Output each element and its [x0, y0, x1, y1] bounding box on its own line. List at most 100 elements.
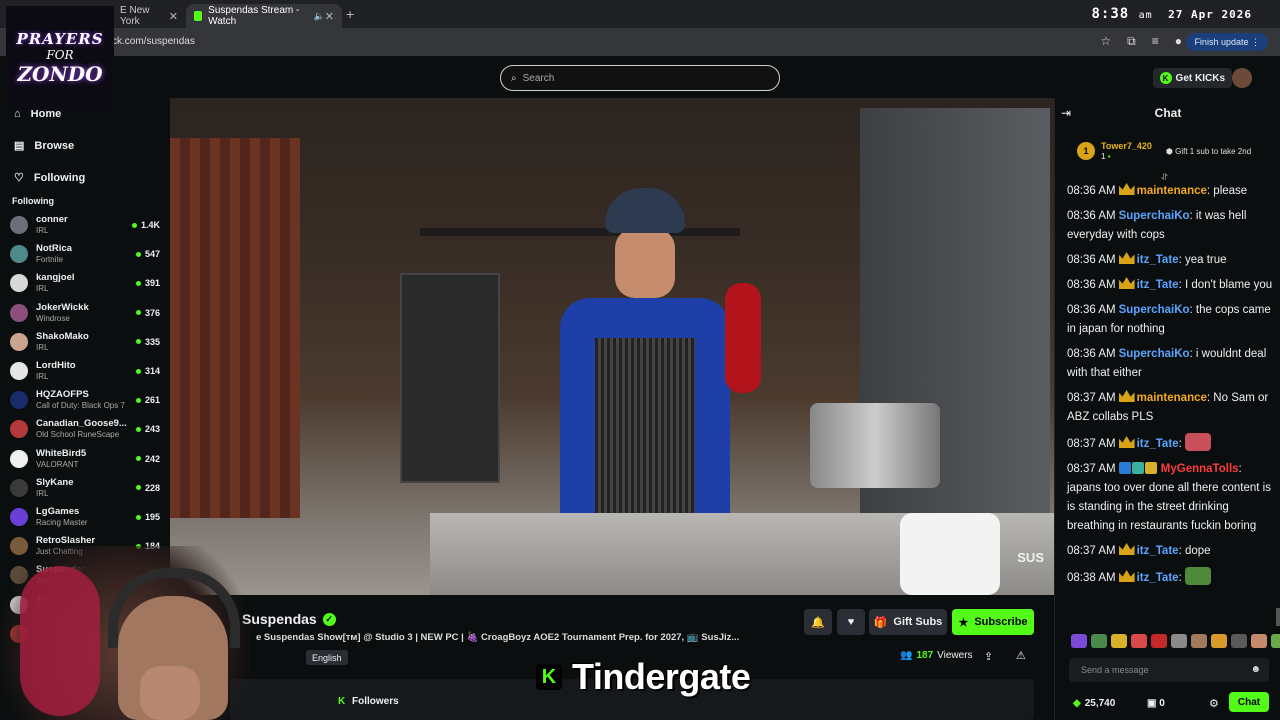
emote-icon[interactable] [1071, 634, 1087, 648]
gear-icon[interactable]: ⚙ [1209, 697, 1219, 710]
sidebar-channel[interactable]: NotRica Fortnite 547 [10, 241, 160, 267]
browser-tab-active[interactable]: Suspendas Stream - Watch 🔈 ✕ [186, 4, 342, 28]
chat-username[interactable]: itz_Tate [1137, 572, 1179, 584]
live-dot-icon [135, 368, 141, 374]
points-value: 0 [1159, 698, 1165, 709]
channel-viewers: 261 [135, 395, 160, 405]
avatar [10, 216, 28, 234]
chat-timestamp: 08:37 AM [1067, 545, 1116, 557]
bookmark-star-icon[interactable]: ☆ [1100, 34, 1111, 49]
chat-scrollbar[interactable] [1276, 608, 1280, 626]
channel-category: IRL [36, 342, 49, 352]
sidebar-channel[interactable]: conner IRL 1.4K [10, 212, 160, 238]
sidebar-item-following[interactable]: ♡ Following [14, 171, 85, 185]
chat-username[interactable]: MyGennaTolls [1161, 463, 1239, 475]
chat-message: 08:36 AM SuperchaiKo: i wouldnt deal with… [1067, 345, 1275, 383]
sidebar-channel[interactable]: SlyKane IRL 228 [10, 475, 160, 501]
chat-username[interactable]: itz_Tate [1137, 254, 1179, 266]
search-input[interactable]: ⌕ Search [500, 65, 780, 91]
sidebar-channel[interactable]: ShakoMako IRL 335 [10, 329, 160, 355]
leaderboard-sub-count: 1 ▪ [1101, 152, 1152, 162]
notifications-button[interactable]: 🔔 [804, 609, 832, 635]
leaderboard-user: Tower7_420 [1101, 140, 1152, 151]
emote-icon [1184, 433, 1211, 451]
profile-icon[interactable]: ● [1175, 34, 1182, 49]
verified-icon: ✓ [322, 612, 336, 626]
media-icon[interactable]: ≡ [1152, 34, 1159, 49]
video-player[interactable]: SUS [170, 98, 1054, 595]
chat-username[interactable]: itz_Tate [1137, 545, 1179, 557]
sidebar-channel[interactable]: LordHito IRL 314 [10, 358, 160, 384]
emote-icon[interactable] [1251, 634, 1267, 648]
sidebar-channel[interactable]: HQZAOFPS Call of Duty: Black Ops 7 261 [10, 387, 160, 413]
extensions-icon[interactable]: ⧉ [1127, 34, 1136, 49]
emote-icon[interactable] [1171, 634, 1187, 648]
sidebar-channel[interactable]: LgGames Racing Master 195 [10, 504, 160, 530]
follow-heart-button[interactable]: ♥ [837, 609, 865, 635]
new-tab-button[interactable]: + [346, 6, 354, 22]
finish-update-button[interactable]: Finish update ⋮ [1186, 33, 1268, 51]
sidebar-channel[interactable]: Canadian_Goose9... Old School RuneScape 24… [10, 416, 160, 442]
emote-icon[interactable] [1231, 634, 1247, 648]
language-tag[interactable]: English [306, 650, 348, 665]
live-dot-icon [135, 514, 141, 520]
channel-viewers: 1.4K [131, 220, 160, 230]
browser-tab[interactable]: E New York ✕ [112, 4, 186, 28]
avatar [10, 274, 28, 293]
emote-icon[interactable] [1151, 634, 1167, 648]
emote-icon[interactable] [1191, 634, 1207, 648]
sidebar-channel[interactable]: WhiteBird5 VALORANT 242 [10, 446, 160, 472]
emote-icon[interactable] [1111, 634, 1127, 648]
subscribe-button[interactable]: ★ Subscribe [952, 609, 1034, 635]
chat-username[interactable]: SuperchaiKo [1119, 348, 1190, 360]
gift-subs-button[interactable]: 🎁 Gift Subs [869, 609, 947, 635]
emoji-picker-icon[interactable]: ☻ [1250, 664, 1261, 675]
chat-timestamp: 08:36 AM [1067, 348, 1116, 360]
chat-username[interactable]: maintenance [1137, 392, 1207, 404]
channel-category: VALORANT [36, 459, 79, 469]
channel-text: WhiteBird5 VALORANT [36, 448, 134, 470]
close-icon[interactable]: ✕ [169, 10, 178, 23]
channel-points[interactable]: ▣ 0 [1147, 698, 1165, 709]
get-kicks-button[interactable]: K Get KICKs [1152, 68, 1232, 88]
chat-username[interactable]: maintenance [1137, 185, 1207, 197]
emote-icon[interactable] [1271, 634, 1280, 648]
send-chat-button[interactable]: Chat [1229, 692, 1269, 712]
speaker-icon[interactable]: 🔈 [314, 11, 325, 22]
video-oven [400, 273, 500, 483]
address-bar: ck.com/suspendas ☆ ⧉ ≡ ● Finish update ⋮ [0, 28, 1280, 56]
user-avatar[interactable] [1232, 68, 1252, 88]
close-icon[interactable]: ✕ [325, 10, 334, 23]
chat-username[interactable]: SuperchaiKo [1119, 210, 1190, 222]
gift-leaderboard[interactable]: 1 Tower7_420 1 ▪ ⬢ Gift 1 sub to take 2n… [1077, 134, 1267, 168]
live-dot-icon [135, 426, 141, 432]
chat-timestamp: 08:37 AM [1067, 392, 1116, 404]
viewers-label: Viewers [937, 650, 973, 661]
kicks-balance[interactable]: ◆ 25,740 [1073, 698, 1115, 709]
channel-category: Racing Master [36, 518, 88, 527]
viewer-count: 👥 187 Viewers [900, 650, 973, 661]
streamer-name[interactable]: Suspendas ✓ [242, 611, 336, 627]
sidebar-item-browse[interactable]: ▤ Browse [14, 139, 74, 153]
channel-text: NotRica Fortnite [36, 243, 134, 265]
sidebar-channel[interactable]: JokerWickk Windrose 376 [10, 300, 160, 326]
channel-category: Fortnite [36, 255, 64, 265]
sidebar-channel[interactable]: kangjoel IRL 391 [10, 270, 160, 296]
emote-icon[interactable] [1131, 634, 1147, 648]
browse-icon: ▤ [14, 140, 25, 152]
report-icon[interactable]: ⚠ [1016, 649, 1026, 662]
crown-badge-icon [1118, 183, 1135, 195]
emote-icon[interactable] [1091, 634, 1107, 648]
chat-username[interactable]: itz_Tate [1137, 279, 1179, 291]
channel-text: kangjoel IRL [36, 272, 134, 294]
channel-viewers: 195 [135, 512, 160, 522]
chat-message: 08:36 AM SuperchaiKo: it was hell everyda… [1067, 207, 1275, 245]
chat-username[interactable]: itz_Tate [1137, 438, 1179, 450]
url-field[interactable]: ck.com/suspendas [112, 36, 195, 47]
share-icon[interactable]: ⇪ [984, 650, 993, 663]
video-brick-wall [170, 138, 300, 518]
chat-message-input[interactable]: Send a message ☻ [1069, 658, 1269, 682]
emote-icon[interactable] [1211, 634, 1227, 648]
chat-username[interactable]: SuperchaiKo [1119, 304, 1190, 316]
chat-text: : dope [1178, 545, 1211, 557]
